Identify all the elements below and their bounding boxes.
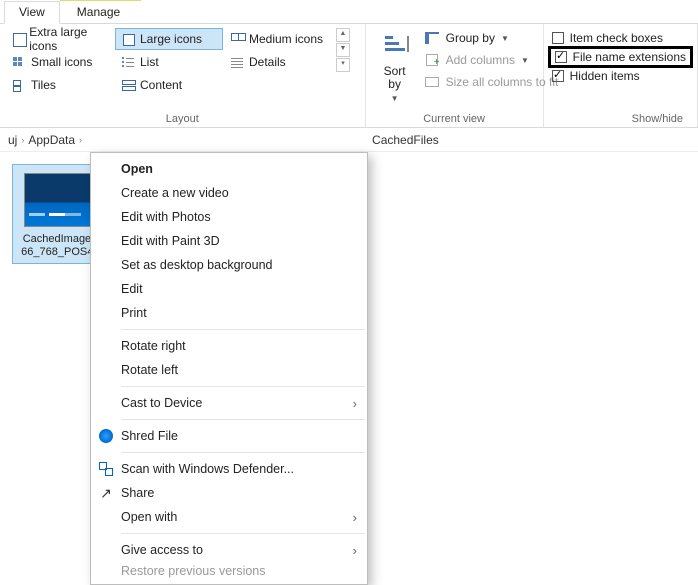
- label: Content: [140, 78, 182, 92]
- view-large-icons[interactable]: Large icons: [115, 28, 223, 50]
- shred-icon: [97, 427, 115, 445]
- details-icon: [229, 54, 245, 70]
- file-name-extensions-toggle[interactable]: File name extensions: [553, 49, 688, 65]
- view-list[interactable]: List: [115, 51, 223, 73]
- large-icons-icon: [120, 31, 136, 47]
- group-label-show-hide: Show/hide: [550, 111, 691, 125]
- checkbox-checked-icon: [555, 51, 567, 63]
- separator: [121, 329, 365, 330]
- chevron-right-icon: ›: [21, 135, 24, 145]
- ctx-open-with[interactable]: Open with›: [91, 505, 367, 529]
- ctx-edit-with-paint-3d[interactable]: Edit with Paint 3D: [91, 229, 367, 253]
- ctx-share[interactable]: ↗Share: [91, 481, 367, 505]
- ctx-scan-defender[interactable]: Scan with Windows Defender...: [91, 457, 367, 481]
- label: Small icons: [31, 55, 92, 69]
- ctx-print[interactable]: Print: [91, 301, 367, 325]
- ctx-rotate-left[interactable]: Rotate left: [91, 358, 367, 382]
- label: Size all columns to fit: [446, 75, 559, 89]
- view-tiles[interactable]: Tiles: [6, 74, 114, 96]
- tiles-icon: [11, 77, 27, 93]
- separator: [121, 386, 365, 387]
- tab-manage[interactable]: Manage: [62, 1, 135, 23]
- highlight-annotation: File name extensions: [548, 46, 693, 68]
- label: Group by: [446, 31, 495, 45]
- view-medium-icons[interactable]: Medium icons: [224, 28, 332, 50]
- small-icons-icon: [11, 54, 27, 70]
- chevron-right-icon: ›: [353, 510, 357, 525]
- chevron-down-icon: ▼: [501, 34, 509, 43]
- breadcrumb-segment[interactable]: uj: [8, 133, 17, 147]
- ctx-create-new-video[interactable]: Create a new video: [91, 181, 367, 205]
- size-fit-icon: [424, 74, 440, 90]
- share-icon: ↗: [97, 484, 115, 502]
- window-title: CachedFiles: [143, 0, 238, 1]
- group-label-layout: Layout: [6, 111, 359, 125]
- checkbox-icon: [552, 32, 564, 44]
- label: Hidden items: [570, 69, 640, 83]
- file-thumbnail: [24, 173, 96, 227]
- sort-by-button[interactable]: Sort by ▼: [372, 28, 418, 108]
- ctx-shred-file[interactable]: Shred File: [91, 424, 367, 448]
- label: Extra large icons: [29, 25, 109, 53]
- label: File name extensions: [573, 50, 686, 64]
- extra-large-icons-icon: [11, 31, 25, 47]
- list-icon: [120, 54, 136, 70]
- sort-icon: [381, 34, 409, 60]
- layout-scroll-up[interactable]: ▲: [336, 28, 350, 42]
- breadcrumb[interactable]: uj › AppData › CachedFiles: [0, 128, 698, 152]
- layout-scroll-down[interactable]: ▼: [336, 43, 350, 57]
- chevron-right-icon: ›: [79, 135, 82, 145]
- tab-view[interactable]: View: [4, 1, 60, 24]
- group-by-icon: [424, 30, 440, 46]
- defender-icon: [97, 460, 115, 478]
- chevron-down-icon: ▼: [521, 56, 529, 65]
- ctx-rotate-right[interactable]: Rotate right: [91, 334, 367, 358]
- ctx-edit[interactable]: Edit: [91, 277, 367, 301]
- label: Details: [249, 55, 286, 69]
- ctx-restore-previous-versions[interactable]: Restore previous versions: [91, 562, 367, 580]
- label: List: [140, 55, 159, 69]
- separator: [121, 533, 365, 534]
- separator: [121, 452, 365, 453]
- add-columns-button[interactable]: Add columns ▼: [420, 50, 563, 70]
- chevron-down-icon: ▼: [391, 94, 399, 103]
- content-icon: [120, 77, 136, 93]
- separator: [121, 419, 365, 420]
- label: Item check boxes: [570, 31, 663, 45]
- label: Medium icons: [249, 32, 323, 46]
- medium-icons-icon: [229, 31, 245, 47]
- ctx-set-desktop-background[interactable]: Set as desktop background: [91, 253, 367, 277]
- group-by-button[interactable]: Group by ▼: [420, 28, 563, 48]
- breadcrumb-segment[interactable]: AppData: [28, 133, 75, 147]
- label: Large icons: [140, 32, 202, 46]
- checkbox-checked-icon: [552, 70, 564, 82]
- size-columns-fit-button[interactable]: Size all columns to fit: [420, 72, 563, 92]
- view-content[interactable]: Content: [115, 74, 223, 96]
- breadcrumb-segment-right[interactable]: CachedFiles: [372, 133, 439, 147]
- chevron-right-icon: ›: [353, 543, 357, 558]
- ctx-cast-to-device[interactable]: Cast to Device›: [91, 391, 367, 415]
- layout-scroll-more[interactable]: ▾: [336, 58, 350, 72]
- hidden-items-toggle[interactable]: Hidden items: [550, 68, 691, 84]
- view-extra-large-icons[interactable]: Extra large icons: [6, 28, 114, 50]
- ctx-open[interactable]: Open: [91, 157, 367, 181]
- group-label-current-view: Current view: [372, 111, 537, 125]
- add-columns-icon: [424, 52, 440, 68]
- chevron-right-icon: ›: [353, 396, 357, 411]
- item-check-boxes-toggle[interactable]: Item check boxes: [550, 30, 691, 46]
- ctx-give-access-to[interactable]: Give access to›: [91, 538, 367, 562]
- ctx-edit-with-photos[interactable]: Edit with Photos: [91, 205, 367, 229]
- label: Tiles: [31, 78, 56, 92]
- label: Add columns: [446, 53, 515, 67]
- view-details[interactable]: Details: [224, 51, 332, 73]
- view-small-icons[interactable]: Small icons: [6, 51, 114, 73]
- label: Sort by: [384, 64, 406, 91]
- context-menu: Open Create a new video Edit with Photos…: [90, 152, 368, 585]
